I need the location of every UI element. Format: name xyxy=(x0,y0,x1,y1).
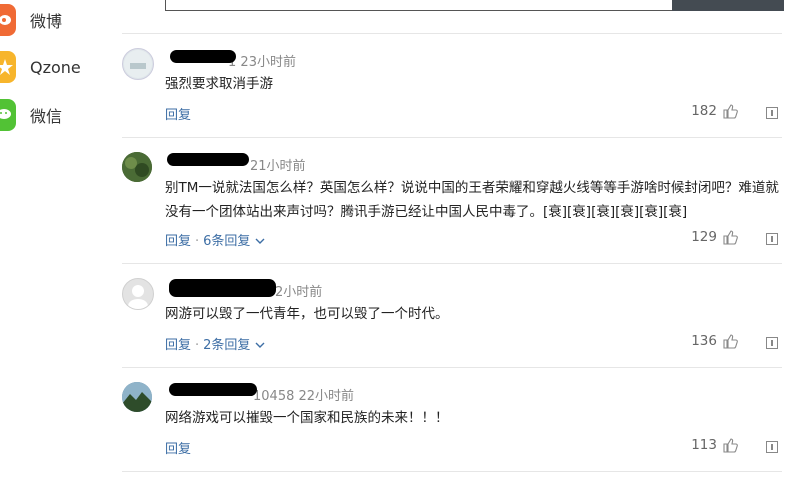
like-count: 136 xyxy=(691,333,717,349)
redaction-scribble xyxy=(167,153,249,166)
like-count: 129 xyxy=(691,229,717,245)
like-button[interactable]: 113 xyxy=(691,437,738,453)
chevron-down-icon xyxy=(255,342,265,348)
report-icon[interactable] xyxy=(766,107,778,119)
comment-time: 23小时前 xyxy=(240,55,296,70)
like-button[interactable]: 129 xyxy=(691,229,738,245)
divider xyxy=(122,471,782,472)
comment-text: 强烈要求取消手游 xyxy=(165,76,273,92)
share-wechat[interactable]: 微信 xyxy=(0,95,62,135)
comment-item: 1 23小时前 强烈要求取消手游 回复 182 xyxy=(122,45,782,137)
reply-button[interactable]: 回复 xyxy=(165,108,191,123)
thumbs-up-icon xyxy=(723,437,738,453)
comment-text: 别TM一说就法国怎么样？英国怎么样？说说中国的王者荣耀和穿越火线等等手游啥时候封… xyxy=(165,180,779,220)
report-icon[interactable] xyxy=(766,233,778,245)
share-label: Qzone xyxy=(30,57,81,77)
divider xyxy=(122,33,782,34)
thumbs-up-icon xyxy=(723,229,738,245)
comment-actions: 回复 · 6条回复 xyxy=(165,230,265,249)
weibo-icon xyxy=(0,4,16,36)
view-replies-button[interactable]: 2条回复 xyxy=(203,338,250,353)
avatar[interactable] xyxy=(122,278,154,310)
avatar[interactable] xyxy=(122,48,154,80)
reply-button[interactable]: 回复 xyxy=(165,442,191,457)
avatar[interactable] xyxy=(122,382,152,412)
wechat-icon xyxy=(0,99,16,131)
comment-item: 10458 22小时前 网络游戏可以摧毁一个国家和民族的未来！！！ 回复 113 xyxy=(122,380,782,470)
share-label: 微博 xyxy=(30,12,63,31)
like-count: 113 xyxy=(691,437,717,453)
redaction-scribble xyxy=(170,50,236,63)
comment-input[interactable] xyxy=(165,0,674,11)
avatar[interactable] xyxy=(122,152,152,182)
comment-actions: 回复 xyxy=(165,438,191,457)
comment-actions: 回复 · 2条回复 xyxy=(165,334,265,353)
comment-time: 22小时前 xyxy=(298,389,355,404)
comment-time: 2小时前 xyxy=(275,285,323,300)
qzone-star-icon xyxy=(0,51,16,83)
comment-time: 21小时前 xyxy=(250,159,306,174)
like-count: 182 xyxy=(691,103,717,119)
report-icon[interactable] xyxy=(766,337,778,349)
thumbs-up-icon xyxy=(723,333,738,349)
divider xyxy=(122,137,782,138)
username[interactable]: 10458 xyxy=(253,389,294,404)
like-button[interactable]: 182 xyxy=(691,103,738,119)
share-qzone[interactable]: Qzone xyxy=(0,47,81,87)
redaction-scribble xyxy=(169,279,276,297)
comment-text: 网络游戏可以摧毁一个国家和民族的未来！！！ xyxy=(165,410,449,426)
comment-item: 2小时前 网游可以毁了一代青年，也可以毁了一个时代。 回复 · 2条回复 136 xyxy=(122,276,782,366)
redaction-scribble xyxy=(169,383,257,396)
divider xyxy=(122,263,782,264)
divider xyxy=(122,367,782,368)
reply-button[interactable]: 回复 xyxy=(165,234,191,249)
comment-text: 网游可以毁了一代青年，也可以毁了一个时代。 xyxy=(165,306,449,322)
thumbs-up-icon xyxy=(723,103,738,119)
comment-item: 21小时前 别TM一说就法国怎么样？英国怎么样？说说中国的王者荣耀和穿越火线等等… xyxy=(122,150,782,262)
comment-actions: 回复 xyxy=(165,104,191,123)
share-weibo[interactable]: 微博 xyxy=(0,0,62,40)
like-button[interactable]: 136 xyxy=(691,333,738,349)
view-replies-button[interactable]: 6条回复 xyxy=(203,234,250,249)
chevron-down-icon xyxy=(255,238,265,244)
reply-button[interactable]: 回复 xyxy=(165,338,191,353)
submit-comment-button[interactable] xyxy=(672,0,784,11)
share-label: 微信 xyxy=(30,107,63,126)
report-icon[interactable] xyxy=(766,441,778,453)
